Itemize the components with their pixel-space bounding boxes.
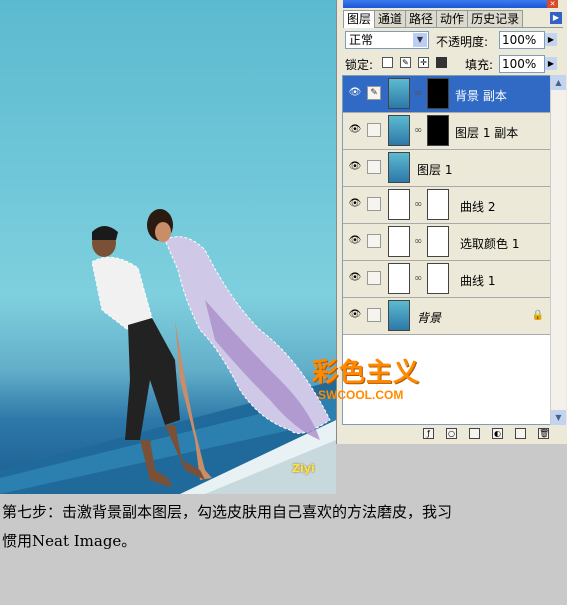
lock-position-icon[interactable]: ✛ xyxy=(418,57,429,68)
eye-icon[interactable]: 👁 xyxy=(348,273,362,283)
layer-row[interactable]: 👁 ∞ 曲线 1 xyxy=(343,261,551,298)
panel-tabs: 图层 通道 路径 动作 历史记录 xyxy=(343,10,563,28)
fill-label: 填充: xyxy=(465,58,494,72)
layer-thumbnail xyxy=(388,152,410,183)
link-icon[interactable]: ∞ xyxy=(414,125,422,136)
lock-transparency-icon[interactable] xyxy=(382,57,393,68)
curves-icon xyxy=(388,189,410,220)
eye-icon[interactable]: 👁 xyxy=(348,199,362,209)
layer-thumbnail xyxy=(388,78,410,109)
lock-pixels-icon[interactable]: ✎ xyxy=(400,57,411,68)
layer-row[interactable]: 👁 ∞ 选取颜色 1 xyxy=(343,224,551,261)
scroll-down-icon[interactable]: ▼ xyxy=(551,410,566,425)
tab-actions[interactable]: 动作 xyxy=(436,10,469,27)
brush-slot[interactable] xyxy=(367,234,381,248)
eye-icon[interactable]: 👁 xyxy=(348,125,362,135)
trash-icon[interactable]: 🗑 xyxy=(538,428,549,439)
layer-mask[interactable] xyxy=(427,115,449,146)
close-icon[interactable]: ✕ xyxy=(547,0,558,8)
layer-name: 图层 1 xyxy=(417,163,453,177)
panel-titlebar[interactable]: ✕ xyxy=(343,0,558,8)
layer-name: 背景 xyxy=(417,311,442,325)
curves-icon xyxy=(388,263,410,294)
brush-icon[interactable]: ✎ xyxy=(367,86,381,100)
layer-row[interactable]: 👁 背景 🔒 xyxy=(343,298,551,335)
brush-slot[interactable] xyxy=(367,197,381,211)
new-layer-icon[interactable] xyxy=(515,428,526,439)
eye-icon[interactable]: 👁 xyxy=(348,162,362,172)
layers-scrollbar[interactable]: ▲ ▼ xyxy=(550,75,566,425)
caption-line: 惯用Neat Image。 xyxy=(2,532,137,550)
opacity-field[interactable]: 100% xyxy=(499,31,545,49)
layer-row[interactable]: 👁 图层 1 xyxy=(343,150,551,187)
caption-line: 第七步：击激背景副本图层，勾选皮肤用自己喜欢的方法磨皮，我习 xyxy=(2,503,453,521)
logo-english: SWCOOL.COM xyxy=(318,388,404,402)
chevron-down-icon[interactable]: ▼ xyxy=(413,33,427,47)
lock-icon: 🔒 xyxy=(531,310,544,321)
adjustment-layer-icon[interactable]: ◐ xyxy=(492,428,503,439)
link-icon[interactable]: ∞ xyxy=(414,236,422,247)
brush-slot[interactable] xyxy=(367,308,381,322)
layer-name: 背景 副本 xyxy=(455,89,507,103)
add-mask-icon[interactable]: ○ xyxy=(446,428,457,439)
site-logo: 彩色主义 SWCOOL.COM xyxy=(312,352,432,407)
layer-mask[interactable] xyxy=(427,189,449,220)
layer-row[interactable]: 👁 ✎ ∞ 背景 副本 xyxy=(343,76,551,113)
blend-mode-value: 正常 xyxy=(349,33,374,47)
layer-name: 图层 1 副本 xyxy=(455,126,519,140)
fill-slider-icon[interactable]: ▶ xyxy=(545,57,557,70)
layer-thumbnail xyxy=(388,115,410,146)
photo-canvas[interactable]: Ziyi xyxy=(0,0,336,494)
lock-label: 锁定: xyxy=(345,58,374,72)
layer-row[interactable]: 👁 ∞ 曲线 2 xyxy=(343,187,551,224)
selective-color-icon xyxy=(388,226,410,257)
lock-all-icon[interactable] xyxy=(436,57,447,68)
panel-bottom-bar: ƒ ○ ◐ 🗑 xyxy=(342,426,563,442)
eye-icon[interactable]: 👁 xyxy=(348,310,362,320)
layer-name: 选取颜色 1 xyxy=(460,237,520,251)
lock-row: 锁定: ✎ ✛ 填充: 100% ▶ xyxy=(345,55,563,73)
tab-layers[interactable]: 图层 xyxy=(343,10,376,28)
layer-mask[interactable] xyxy=(427,78,449,109)
photo-illustration xyxy=(0,209,336,494)
brush-slot[interactable] xyxy=(367,123,381,137)
layer-name: 曲线 1 xyxy=(460,274,496,288)
brush-slot[interactable] xyxy=(367,271,381,285)
tab-channels[interactable]: 通道 xyxy=(374,10,407,27)
brush-slot[interactable] xyxy=(367,160,381,174)
eye-icon[interactable]: 👁 xyxy=(348,236,362,246)
new-group-icon[interactable] xyxy=(469,428,480,439)
layer-style-icon[interactable]: ƒ xyxy=(423,428,434,439)
opacity-label: 不透明度: xyxy=(436,35,489,49)
layer-mask[interactable] xyxy=(427,226,449,257)
blend-mode-select[interactable]: 正常 ▼ xyxy=(345,31,429,49)
tab-paths[interactable]: 路径 xyxy=(405,10,438,27)
eye-icon[interactable]: 👁 xyxy=(348,88,362,98)
layer-mask[interactable] xyxy=(427,263,449,294)
tutorial-caption: 第七步：击激背景副本图层，勾选皮肤用自己喜欢的方法磨皮，我习 惯用Neat Im… xyxy=(2,498,564,556)
opacity-slider-icon[interactable]: ▶ xyxy=(545,33,557,46)
panel-menu-icon[interactable]: ▶ xyxy=(550,12,562,24)
link-icon[interactable]: ∞ xyxy=(414,88,422,99)
blend-row: 正常 ▼ 不透明度: 100% ▶ xyxy=(345,31,563,51)
link-icon[interactable]: ∞ xyxy=(414,199,422,210)
layer-thumbnail xyxy=(388,300,410,331)
scroll-up-icon[interactable]: ▲ xyxy=(551,75,566,90)
logo-chinese: 彩色主义 xyxy=(312,358,421,388)
layer-row[interactable]: 👁 ∞ 图层 1 副本 xyxy=(343,113,551,150)
layer-name: 曲线 2 xyxy=(460,200,496,214)
photo-watermark: Ziyi xyxy=(292,462,315,475)
fill-field[interactable]: 100% xyxy=(499,55,545,73)
tab-history[interactable]: 历史记录 xyxy=(467,10,524,27)
link-icon[interactable]: ∞ xyxy=(414,273,422,284)
